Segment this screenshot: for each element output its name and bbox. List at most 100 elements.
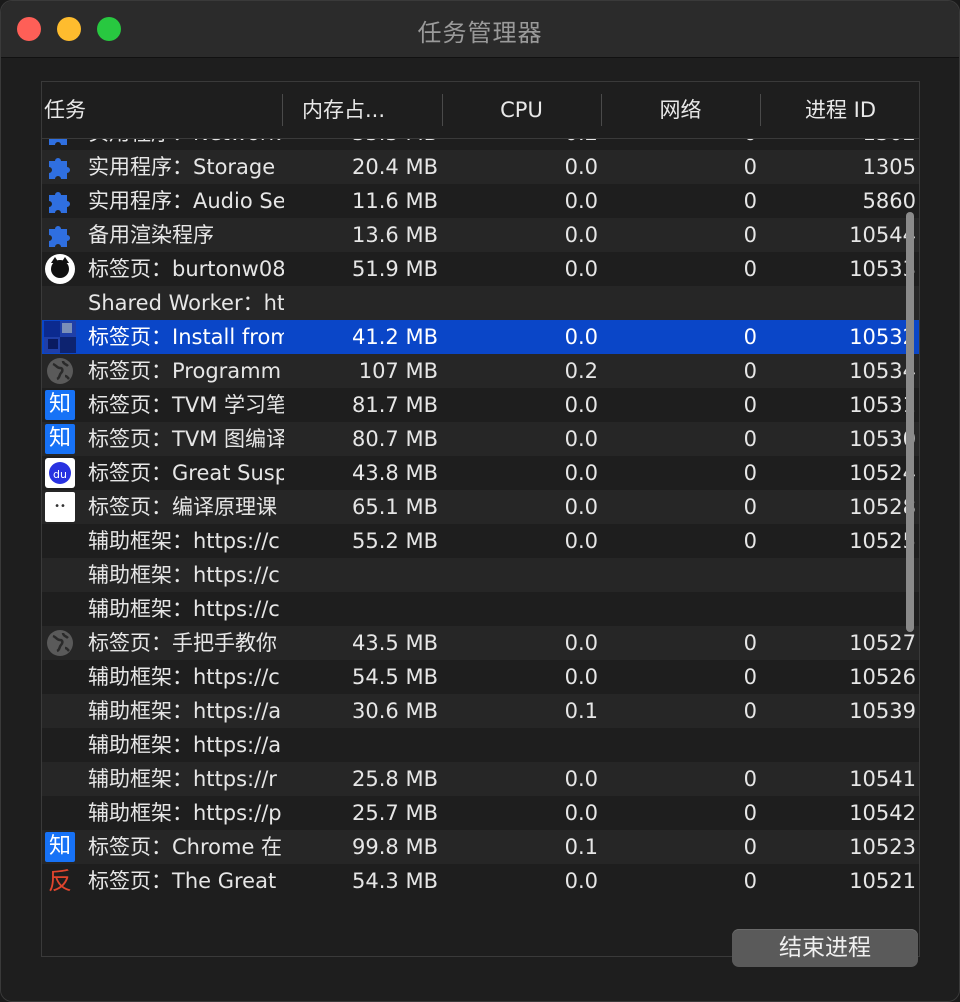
no-icon: [44, 695, 76, 727]
network-cell: 0: [743, 257, 757, 281]
pid-cell: 10531: [849, 393, 916, 417]
memory-cell: 99.8 MB: [352, 835, 438, 859]
task-manager-window: 任务管理器 任务 内存占... CPU 网络 进程 ID 实用程序：Networ…: [0, 0, 960, 1002]
task-name-cell: 实用程序：Storage: [88, 155, 276, 179]
cpu-cell: 0.0: [564, 155, 598, 179]
pid-cell: 10541: [849, 767, 916, 791]
globe-icon: [44, 355, 76, 387]
cpu-cell: 0.0: [564, 495, 598, 519]
cpu-cell: 0.0: [564, 801, 598, 825]
table-row[interactable]: 辅助框架：https://a 30.6 MB 0.1 0 10539: [42, 694, 919, 728]
table-row[interactable]: 实用程序：Storage 20.4 MB 0.0 0 1305: [42, 150, 919, 184]
table-row[interactable]: du 标签页：Great Susp 43.8 MB 0.0 0 10524: [42, 456, 919, 490]
table-row[interactable]: 知标签页：TVM 图编译 80.7 MB 0.0 0 10530: [42, 422, 919, 456]
network-cell: 0: [743, 835, 757, 859]
cpu-cell: [442, 286, 598, 320]
pid-cell: 10525: [849, 529, 916, 553]
table-row[interactable]: 辅助框架：https://c 54.5 MB 0.0 0 10526: [42, 660, 919, 694]
title-bar: 任务管理器: [1, 1, 959, 58]
task-name-cell: 辅助框架：https://r: [88, 767, 277, 791]
cpu-cell: [442, 558, 598, 592]
table-row[interactable]: 辅助框架：https://c: [42, 558, 919, 592]
memory-cell: 43.5 MB: [352, 631, 438, 655]
pid-cell: 10539: [849, 699, 916, 723]
pid-cell: [760, 592, 916, 626]
cpu-cell: 0.0: [564, 767, 598, 791]
table-row[interactable]: 辅助框架：https://c 55.2 MB 0.0 0 10525: [42, 524, 919, 558]
cpu-cell: 0.0: [564, 393, 598, 417]
column-header-network[interactable]: 网络: [601, 82, 760, 138]
no-icon: [44, 593, 76, 625]
pid-cell: 1305: [862, 155, 916, 179]
table-row[interactable]: 知标签页：TVM 学习笔 81.7 MB 0.0 0 10531: [42, 388, 919, 422]
table-row[interactable]: 辅助框架：https://c: [42, 592, 919, 626]
network-cell: [601, 592, 757, 626]
table-header: 任务 内存占... CPU 网络 进程 ID: [42, 82, 919, 139]
table-body[interactable]: 实用程序：Network33.3 MB0.201302实用程序：Storage2…: [42, 122, 919, 956]
table-row[interactable]: 反标签页：The Great 54.3 MB 0.0 0 10521: [42, 864, 919, 898]
memory-cell: 55.2 MB: [352, 529, 438, 553]
memory-cell: 25.8 MB: [352, 767, 438, 791]
network-cell: 0: [743, 529, 757, 553]
table-row-selected[interactable]: 标签页：Install from 41.2 MB 0.0 0 10532: [42, 320, 919, 354]
table-row[interactable]: 辅助框架：https://a: [42, 728, 919, 762]
network-cell: 0: [743, 393, 757, 417]
task-name-cell: 标签页：手把手教你: [88, 631, 277, 655]
table-row[interactable]: 标签页：burtonw08 51.9 MB 0.0 0 10533: [42, 252, 919, 286]
memory-cell: 80.7 MB: [352, 427, 438, 451]
network-cell: 0: [743, 461, 757, 485]
task-name-cell: 辅助框架：https://a: [88, 733, 282, 757]
zhihu-icon: 知: [44, 389, 76, 421]
network-cell: 0: [743, 767, 757, 791]
table-row[interactable]: 实用程序：Audio Se 11.6 MB 0.0 0 5860: [42, 184, 919, 218]
cpu-cell: 0.0: [564, 665, 598, 689]
no-icon: [44, 559, 76, 591]
vertical-scrollbar[interactable]: [906, 212, 914, 632]
task-name-cell: 实用程序：Audio Se: [88, 189, 284, 213]
column-header-pid[interactable]: 进程 ID: [760, 82, 919, 138]
network-cell: 0: [743, 495, 757, 519]
puzzle-icon: [44, 151, 76, 183]
table-row[interactable]: 标签页：Programm 107 MB 0.2 0 10534: [42, 354, 919, 388]
process-table: 任务 内存占... CPU 网络 进程 ID 实用程序：Network33.3 …: [41, 81, 920, 957]
fan-icon: 反: [48, 867, 72, 895]
cpu-cell: 0.1: [564, 699, 598, 723]
task-name-cell: 备用渲染程序: [88, 223, 214, 247]
globe-icon: [44, 627, 76, 659]
pid-cell: 5860: [862, 189, 916, 213]
table-row[interactable]: •• 标签页：编译原理课 65.1 MB 0.0 0 10528: [42, 490, 919, 524]
column-header-memory[interactable]: 内存占...: [282, 82, 442, 138]
tiles-icon: [44, 321, 76, 353]
task-name-cell: 标签页：编译原理课: [88, 495, 277, 519]
table-row[interactable]: 知标签页：Chrome 在 99.8 MB 0.1 0 10523: [42, 830, 919, 864]
table-row[interactable]: 标签页：手把手教你 43.5 MB 0.0 0 10527: [42, 626, 919, 660]
memory-cell: [282, 728, 438, 762]
pid-cell: [760, 558, 916, 592]
task-name-cell: 辅助框架：https://c: [88, 563, 280, 587]
cpu-cell: [442, 592, 598, 626]
table-row[interactable]: Shared Worker：ht: [42, 286, 919, 320]
table-row[interactable]: 辅助框架：https://p 25.7 MB 0.0 0 10542: [42, 796, 919, 830]
task-name-cell: 标签页：Programm: [88, 359, 282, 383]
memory-cell: 65.1 MB: [352, 495, 438, 519]
memory-cell: 54.3 MB: [352, 869, 438, 893]
github-icon: [44, 253, 76, 285]
window-title: 任务管理器: [417, 19, 543, 47]
cpu-cell: 0.0: [564, 223, 598, 247]
table-row[interactable]: 备用渲染程序 13.6 MB 0.0 0 10544: [42, 218, 919, 252]
table-row[interactable]: 辅助框架：https://r 25.8 MB 0.0 0 10541: [42, 762, 919, 796]
task-name-cell: 标签页：Install from: [88, 325, 284, 349]
network-cell: 0: [743, 427, 757, 451]
task-name-cell: 标签页：The Great: [88, 869, 277, 893]
pid-cell: 10523: [849, 835, 916, 859]
pid-cell: 10527: [849, 631, 916, 655]
column-header-cpu[interactable]: CPU: [442, 82, 601, 138]
network-cell: [601, 728, 757, 762]
pid-cell: 10533: [849, 257, 916, 281]
task-name-cell: Shared Worker：ht: [88, 291, 284, 315]
cpu-cell: 0.0: [564, 257, 598, 281]
column-header-task[interactable]: 任务: [42, 82, 282, 138]
memory-cell: 43.8 MB: [352, 461, 438, 485]
end-process-button[interactable]: 结束进程: [732, 929, 918, 967]
content-area: 任务 内存占... CPU 网络 进程 ID 实用程序：Network33.3 …: [1, 58, 959, 1001]
